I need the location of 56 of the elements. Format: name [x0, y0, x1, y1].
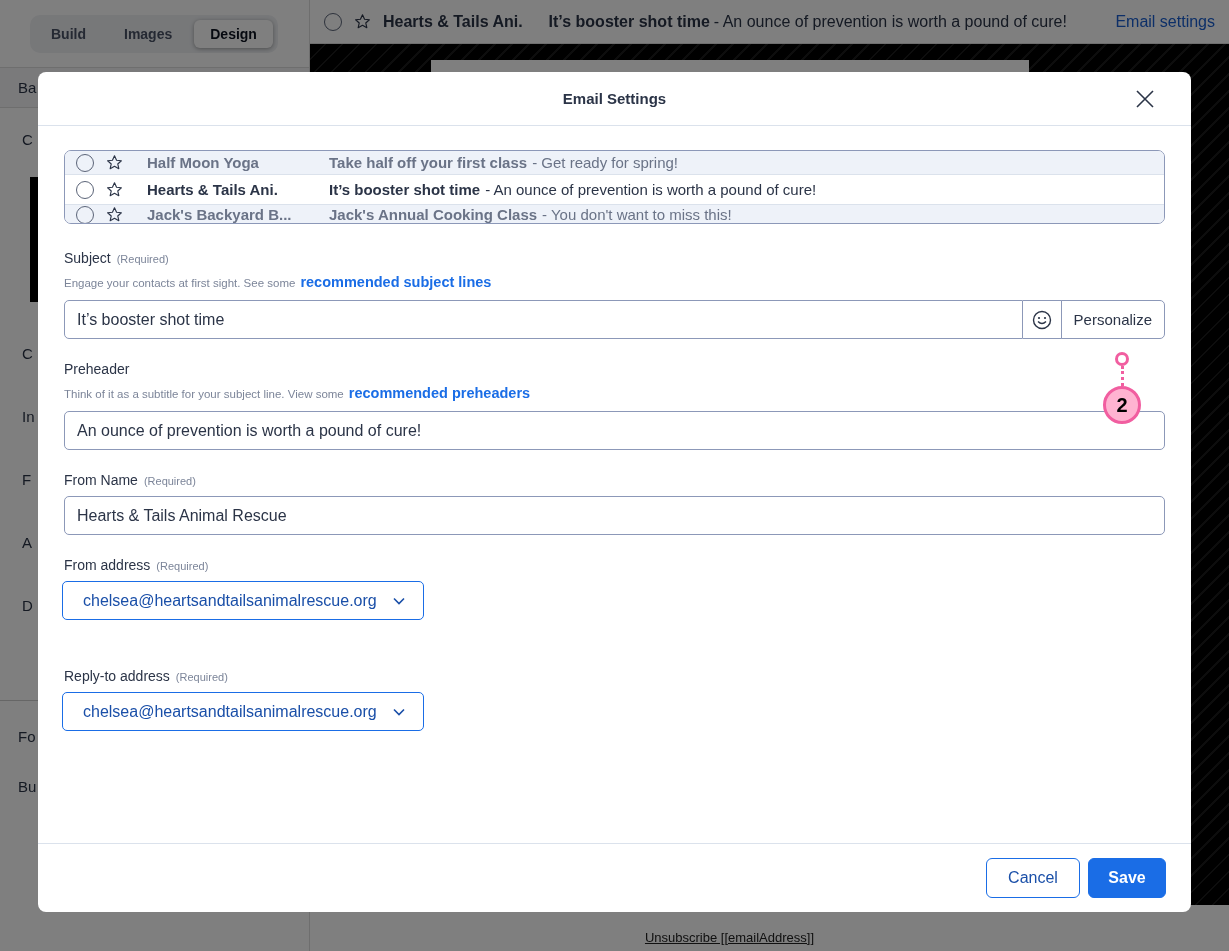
field-label: Subject [64, 250, 111, 266]
preheader-text: - An ounce of prevention is worth a pound of cure! [485, 181, 817, 198]
save-button[interactable]: Save [1088, 858, 1166, 898]
smiley-icon [1031, 309, 1052, 330]
sidebar-item[interactable]: C [22, 345, 33, 362]
sidebar-item[interactable]: In [22, 408, 35, 425]
sidebar-item[interactable]: Bu [18, 777, 37, 795]
recommendations-link[interactable]: recommended preheaders [348, 385, 531, 401]
star-icon[interactable] [106, 181, 123, 198]
sender-name: Hearts & Tails Ani. [383, 12, 523, 31]
address-dropdown[interactable]: chelsea@heartsandtailsanimalrescue.org [62, 581, 424, 620]
field-label: Preheader [64, 361, 130, 377]
callout-number: 2 [1103, 386, 1141, 424]
text-field[interactable]: An ounce of prevention is worth a pound of cure! [64, 411, 1165, 450]
star-icon[interactable] [354, 13, 371, 30]
text-field[interactable]: It’s booster shot time [64, 300, 1023, 339]
preheader-text: - Get ready for spring! [532, 154, 679, 171]
sender-name: Hearts & Tails Ani. [147, 181, 279, 198]
required-note: (Required) [143, 475, 196, 487]
emoji-button[interactable] [1022, 300, 1062, 339]
address-dropdown[interactable]: chelsea@heartsandtailsanimalrescue.org [62, 692, 424, 731]
editor-tab[interactable]: Design [194, 19, 273, 48]
field-hint: Think of it as a subtitle for your subject line. View some [64, 388, 344, 400]
text-field[interactable]: Hearts & Tails Animal Rescue [64, 496, 1165, 535]
unsubscribe-link[interactable]: Unsubscribe [[emailAddress]] [644, 930, 815, 945]
sender-name: Jack's Backyard B... [147, 206, 293, 223]
star-icon[interactable] [106, 154, 123, 171]
email-settings-link[interactable]: Email settings [1115, 12, 1215, 31]
sender-name: Half Moon Yoga [147, 154, 260, 171]
required-note: (Required) [175, 671, 228, 683]
chevron-icon [393, 596, 405, 605]
required-note: (Required) [116, 253, 169, 265]
subject-text: Jack's Annual Cooking Class [329, 206, 538, 223]
sidebar-tab[interactable]: Ba [18, 79, 37, 96]
required-note: (Required) [156, 560, 209, 572]
preheader-text: - An ounce of prevention is worth a pound of cure! [713, 12, 1067, 31]
field-label: Reply-to address [64, 668, 170, 684]
subject-text: It’s booster shot time [548, 12, 710, 31]
sidebar-item[interactable]: Fo [18, 727, 36, 745]
star-icon[interactable] [106, 206, 123, 223]
personalize-button[interactable]: Personalize [1060, 300, 1165, 339]
sidebar-item[interactable]: F [22, 471, 32, 488]
sidebar-item[interactable]: C [22, 131, 33, 148]
marker-ring-icon [1115, 352, 1129, 366]
field-hint: Engage your contacts at first sight. See some [64, 277, 296, 289]
field-label: From address [64, 557, 151, 573]
sidebar-item[interactable]: A [22, 534, 32, 551]
sidebar-item[interactable]: D [22, 597, 33, 614]
cancel-button[interactable]: Cancel [986, 858, 1080, 898]
field-label: From Name [64, 472, 138, 488]
recommendations-link[interactable]: recommended subject lines [300, 274, 492, 290]
subject-text: Take half off your first class [329, 154, 528, 171]
chevron-icon [393, 707, 405, 716]
preheader-text: - You don't want to miss this! [542, 206, 732, 223]
subject-text: It’s booster shot time [329, 181, 481, 198]
dialog-title: Email Settings [562, 90, 667, 107]
